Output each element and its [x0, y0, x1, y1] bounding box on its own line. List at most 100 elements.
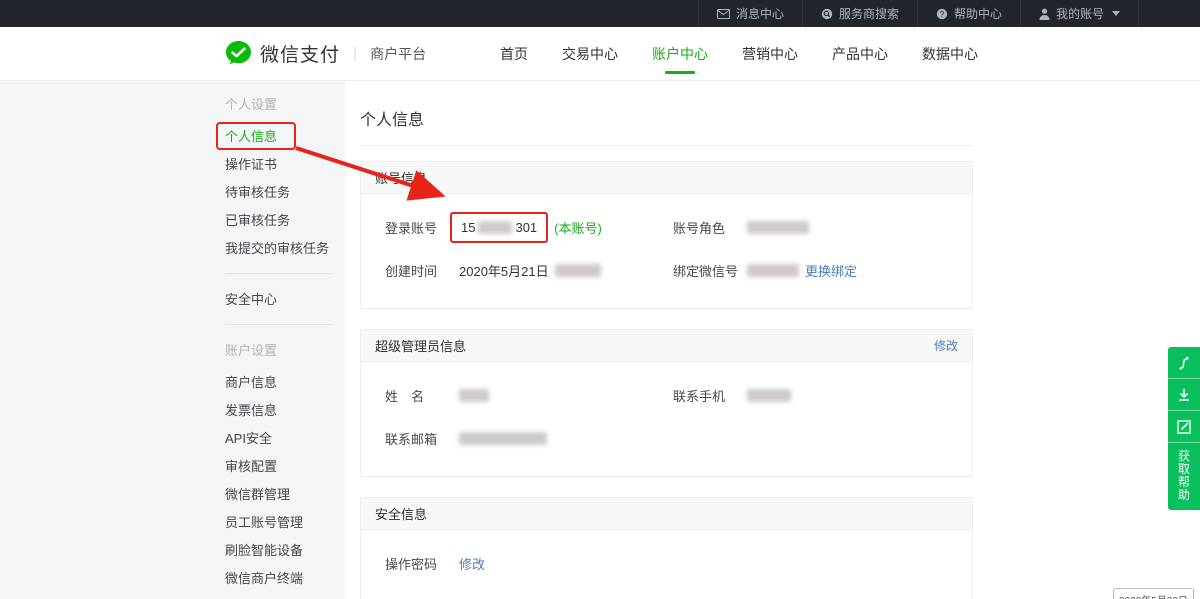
nav-home[interactable]: 首页	[500, 26, 528, 82]
sidebar-item-face-devices[interactable]: 刷脸智能设备	[225, 543, 303, 559]
sidebar-item-my-submitted-review[interactable]: 我提交的审核任务	[225, 241, 329, 257]
search-icon	[821, 8, 833, 20]
nav-account-center[interactable]: 账户中心	[652, 26, 708, 82]
my-account-label: 我的账号	[1056, 5, 1104, 22]
edit-password-link[interactable]: 修改	[459, 554, 485, 573]
download-icon[interactable]	[1168, 379, 1200, 411]
question-icon: ?	[936, 8, 948, 20]
change-binding-link[interactable]: 更换绑定	[805, 261, 857, 280]
header: 微信支付 | 商户平台 首页 交易中心 账户中心 营销中心 产品中心 数据中心	[0, 27, 1200, 81]
redacted-wechat-id	[747, 264, 799, 277]
feedback-icon[interactable]	[1168, 411, 1200, 443]
brand-logo[interactable]: 微信支付 | 商户平台	[225, 40, 426, 67]
sidebar-item-operation-cert[interactable]: 操作证书	[225, 157, 277, 173]
section-title: 超级管理员信息	[375, 336, 466, 355]
admin-email-field: 联系邮箱	[385, 429, 547, 448]
nav-trade-center[interactable]: 交易中心	[562, 26, 618, 82]
login-account-label: 登录账号	[385, 218, 459, 237]
help-center-label: 帮助中心	[954, 5, 1002, 22]
section-header: 账号信息	[361, 162, 972, 194]
topbar: 消息中心 服务商搜索 ? 帮助中心 我的账号	[0, 0, 1200, 27]
bound-wechat-field: 绑定微信号 更换绑定	[673, 261, 857, 280]
section-header: 超级管理员信息 修改	[361, 330, 972, 362]
super-admin-section: 超级管理员信息 修改 姓 名 联系手机	[360, 329, 973, 477]
mail-icon	[717, 9, 730, 19]
sidebar-item-merchant-terminal[interactable]: 微信商户终端	[225, 571, 303, 587]
sidebar: 个人设置 个人信息 操作证书 待审核任务 已审核任务 我提交的审核任务 安全中心…	[0, 81, 345, 599]
created-time-label: 创建时间	[385, 261, 459, 280]
sidebar-divider	[225, 273, 331, 274]
get-help-button[interactable]: 获取帮助	[1168, 443, 1200, 510]
link-icon[interactable]	[1168, 347, 1200, 379]
created-time-value: 2020年5月21日	[459, 261, 549, 280]
nav-data-center[interactable]: 数据中心	[922, 26, 978, 82]
bound-wechat-label: 绑定微信号	[673, 261, 747, 280]
sidebar-heading-personal-settings: 个人设置	[225, 97, 345, 113]
sidebar-item-label: 个人信息	[225, 129, 277, 144]
sidebar-item-wechat-group[interactable]: 微信群管理	[225, 487, 290, 503]
sidebar-item-personal-info[interactable]: 个人信息	[225, 129, 277, 145]
login-account-suffix: 301	[515, 220, 537, 235]
help-widget: 获取帮助	[1168, 347, 1200, 510]
admin-email-label: 联系邮箱	[385, 429, 459, 448]
sidebar-item-invoice-info[interactable]: 发票信息	[225, 403, 277, 419]
date-tooltip: 2020年5月22日	[1113, 588, 1194, 599]
sidebar-item-pending-review[interactable]: 待审核任务	[225, 185, 290, 201]
sidebar-item-merchant-info[interactable]: 商户信息	[225, 375, 277, 391]
topbar-group: 消息中心 服务商搜索 ? 帮助中心 我的账号	[698, 0, 1139, 27]
account-role-label: 账号角色	[673, 218, 747, 237]
nav-marketing-center[interactable]: 营销中心	[742, 26, 798, 82]
nav-product-center[interactable]: 产品中心	[832, 26, 888, 82]
help-center-button[interactable]: ? 帮助中心	[917, 0, 1020, 27]
this-account-note: (本账号)	[554, 218, 602, 237]
operation-password-label: 操作密码	[385, 554, 459, 573]
admin-phone-label: 联系手机	[673, 386, 747, 405]
sp-search-label: 服务商搜索	[839, 5, 899, 22]
redacted-admin-email	[459, 432, 547, 445]
message-center-label: 消息中心	[736, 5, 784, 22]
sidebar-item-security-center[interactable]: 安全中心	[225, 292, 277, 308]
admin-name-label: 姓 名	[385, 386, 459, 405]
redacted-login-middle	[478, 221, 512, 234]
portal-name: 商户平台	[370, 44, 426, 64]
sidebar-item-review-config[interactable]: 审核配置	[225, 459, 277, 475]
sidebar-heading-account-settings: 账户设置	[225, 343, 345, 359]
svg-text:?: ?	[940, 9, 945, 18]
brand-name: 微信支付	[260, 40, 340, 67]
title-divider	[360, 145, 973, 146]
account-role-field: 账号角色	[673, 218, 809, 237]
admin-name-field: 姓 名	[385, 386, 673, 405]
redacted-admin-phone	[747, 389, 791, 402]
wechat-pay-logo-icon	[225, 40, 252, 67]
security-info-section: 安全信息 操作密码 修改 预留信息 未设置	[360, 497, 973, 599]
section-title: 账号信息	[375, 168, 427, 187]
redacted-role-value	[747, 221, 809, 234]
page-body: 个人设置 个人信息 操作证书 待审核任务 已审核任务 我提交的审核任务 安全中心…	[0, 81, 1200, 599]
main-nav: 首页 交易中心 账户中心 营销中心 产品中心 数据中心	[500, 26, 978, 82]
user-icon	[1039, 8, 1050, 20]
my-account-menu[interactable]: 我的账号	[1020, 0, 1139, 27]
created-time-field: 创建时间 2020年5月21日	[385, 261, 673, 280]
sidebar-item-api-security[interactable]: API安全	[225, 431, 272, 447]
sp-search-button[interactable]: 服务商搜索	[802, 0, 917, 27]
message-center-button[interactable]: 消息中心	[698, 0, 802, 27]
chevron-down-icon	[1112, 11, 1120, 16]
red-annotation-box-login: 15 301	[450, 212, 548, 243]
admin-phone-field: 联系手机	[673, 386, 791, 405]
redacted-created-time	[555, 264, 601, 277]
sidebar-divider	[225, 324, 331, 325]
section-title: 安全信息	[375, 504, 427, 523]
redacted-admin-name	[459, 389, 489, 402]
main-content: 个人信息 账号信息 登录账号 15	[345, 81, 1200, 599]
edit-admin-link[interactable]: 修改	[934, 337, 958, 354]
page-title: 个人信息	[360, 106, 973, 130]
login-account-prefix: 15	[461, 220, 475, 235]
login-account-field: 登录账号 15 301 (本账号)	[385, 218, 673, 237]
sidebar-item-staff-accounts[interactable]: 员工账号管理	[225, 515, 303, 531]
section-header: 安全信息	[361, 498, 972, 530]
get-help-label: 获取帮助	[1178, 450, 1191, 502]
brand-divider: |	[353, 45, 357, 63]
sidebar-item-reviewed[interactable]: 已审核任务	[225, 213, 290, 229]
account-info-section: 账号信息 登录账号 15 301 (本账号)	[360, 161, 973, 309]
operation-password-field: 操作密码 修改	[385, 554, 485, 573]
